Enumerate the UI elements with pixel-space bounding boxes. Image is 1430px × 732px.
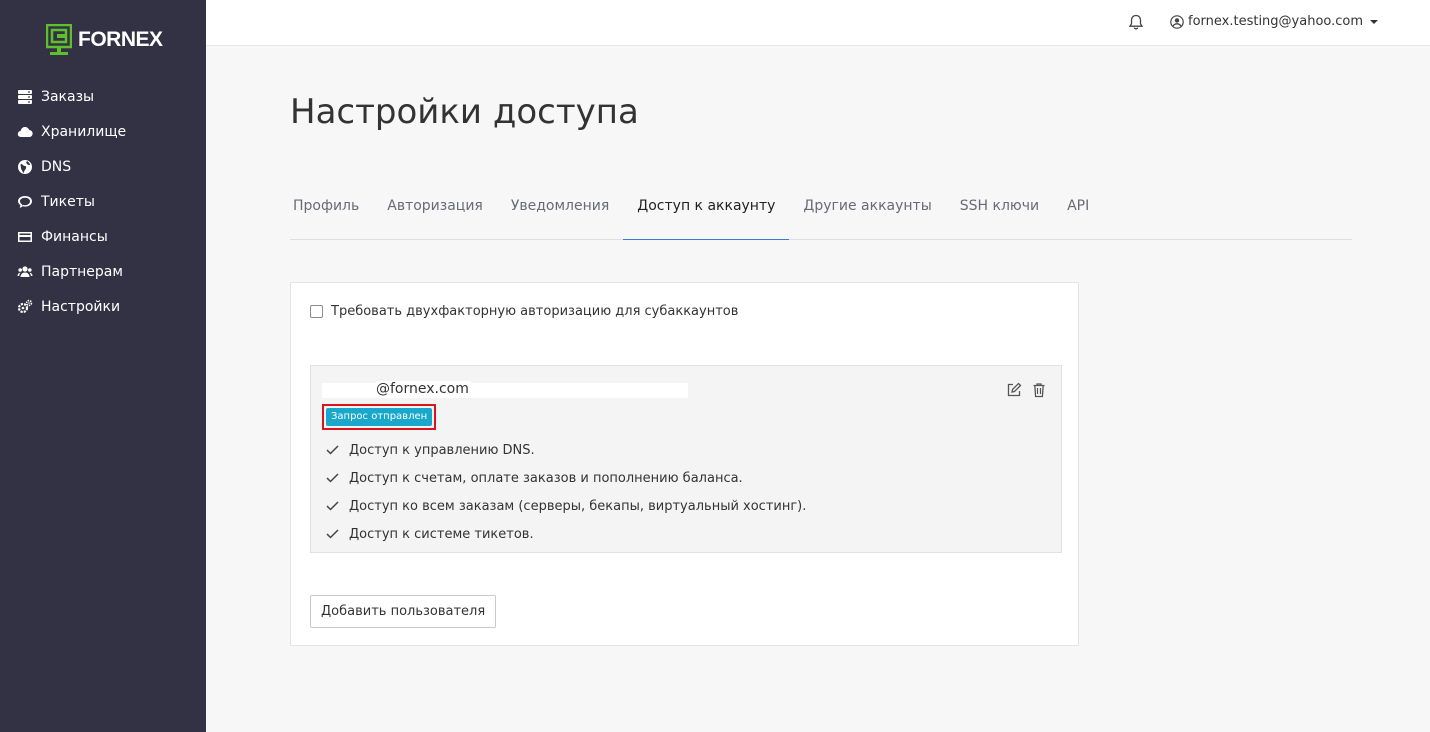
check-icon [326,445,339,455]
account-access-card: Требовать двухфакторную авторизацию для … [290,282,1079,646]
chat-icon [17,194,33,210]
user-circle-icon [1170,14,1184,29]
list-item: Доступ к управлению DNS. [326,436,806,464]
cloud-icon [17,124,33,140]
settings-tabs: Профиль Авторизация Уведомления Доступ к… [290,186,1352,240]
sidebar-item-label: Хранилище [41,123,127,140]
tab-api[interactable]: API [1053,186,1103,240]
sidebar: FORNEX Заказы Хранилище DNS Тикеты Финан… [0,0,206,732]
list-item: Доступ ко всем заказам (серверы, бекапы,… [326,492,806,520]
list-item: Доступ к системе тикетов. [326,520,806,548]
require-2fa-checkbox[interactable] [310,305,323,318]
top-bar: fornex.testing@yahoo.com [206,0,1430,46]
fornex-logo-icon [46,24,72,55]
sidebar-item-orders[interactable]: Заказы [0,79,206,114]
add-user-button[interactable]: Добавить пользователя [310,595,497,628]
server-icon [17,89,33,105]
list-item: Доступ к счетам, оплате заказов и пополн… [326,464,806,492]
edit-icon[interactable] [1006,382,1022,398]
sidebar-nav: Заказы Хранилище DNS Тикеты Финансы Парт… [0,79,206,324]
check-icon [326,529,339,539]
sidebar-item-tickets[interactable]: Тикеты [0,184,206,219]
subaccount-email: @fornex.com [376,381,471,397]
sidebar-item-dns[interactable]: DNS [0,149,206,184]
globe-icon [17,159,33,175]
sidebar-item-label: Заказы [41,88,95,105]
sidebar-item-label: Партнерам [41,263,123,280]
sidebar-item-storage[interactable]: Хранилище [0,114,206,149]
tab-other-accounts[interactable]: Другие аккаунты [789,186,945,240]
page-title: Настройки доступа [290,92,639,132]
sidebar-item-label: Настройки [41,298,121,315]
logo[interactable]: FORNEX [46,24,163,56]
tab-notifications[interactable]: Уведомления [497,186,623,240]
credit-card-icon [17,229,33,245]
subaccount-actions [1006,382,1047,398]
permission-text: Доступ ко всем заказам (серверы, бекапы,… [349,498,807,514]
user-email: fornex.testing@yahoo.com [1188,14,1364,29]
tab-ssh-keys[interactable]: SSH ключи [946,186,1053,240]
status-badge: Запрос отправлен [326,408,433,426]
sidebar-item-label: Тикеты [41,193,95,210]
sidebar-item-label: Финансы [41,228,108,245]
subaccount-item: @fornex.com Запрос отправлен Доступ к уп… [310,365,1062,553]
check-icon [326,501,339,511]
status-badge-highlight: Запрос отправлен [322,404,437,430]
tab-account-access[interactable]: Доступ к аккаунту [623,186,790,240]
permission-text: Доступ к счетам, оплате заказов и пополн… [349,470,743,486]
chevron-down-icon [1370,19,1379,24]
gears-icon [17,299,33,315]
tab-authorization[interactable]: Авторизация [373,186,497,240]
sidebar-item-label: DNS [41,158,72,175]
permissions-list: Доступ к управлению DNS. Доступ к счетам… [326,436,806,548]
check-icon [326,473,339,483]
tab-profile[interactable]: Профиль [290,186,373,240]
bell-icon[interactable] [1128,14,1144,31]
trash-icon[interactable] [1031,382,1047,398]
logo-text: FORNEX [78,28,163,51]
require-2fa-option[interactable]: Требовать двухфакторную авторизацию для … [310,304,738,319]
permission-text: Доступ к управлению DNS. [349,442,535,458]
sidebar-item-partners[interactable]: Партнерам [0,254,206,289]
sidebar-item-settings[interactable]: Настройки [0,289,206,324]
users-icon [17,264,33,280]
user-menu[interactable]: fornex.testing@yahoo.com [1170,14,1379,29]
permission-text: Доступ к системе тикетов. [349,526,534,542]
sidebar-item-finance[interactable]: Финансы [0,219,206,254]
require-2fa-label: Требовать двухфакторную авторизацию для … [331,304,739,319]
